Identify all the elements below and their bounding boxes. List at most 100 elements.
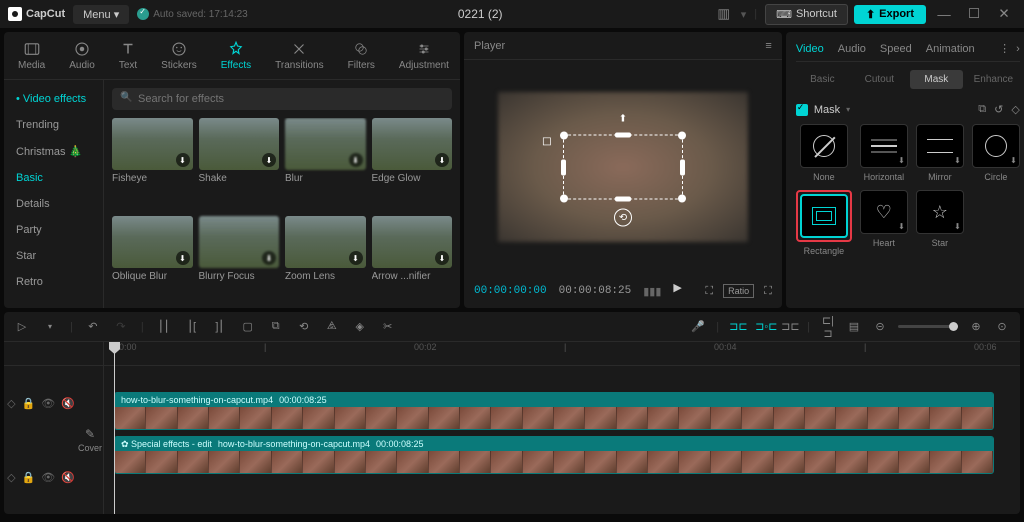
subtab-cutout[interactable]: Cutout: [853, 70, 906, 89]
sidebar-star[interactable]: Star: [4, 243, 103, 269]
mask-handle-bl[interactable]: [560, 195, 568, 203]
preview-icon[interactable]: ⊐⊏: [781, 320, 797, 333]
mask-handle-top[interactable]: [615, 133, 631, 138]
inspector-tab-video[interactable]: Video: [796, 43, 824, 55]
subtab-mask[interactable]: Mask: [910, 70, 963, 89]
link-icon[interactable]: ⊐◦⊏: [755, 320, 771, 333]
mask-horizontal[interactable]: ⬇ Horizontal: [860, 124, 908, 182]
effect-fisheye[interactable]: Fisheye: [112, 118, 193, 210]
mirror-tool[interactable]: ⧌: [324, 320, 340, 333]
mask-mirror[interactable]: ⬇ Mirror: [916, 124, 964, 182]
cursor-dropdown[interactable]: ▾: [42, 322, 58, 331]
sidebar-retro[interactable]: Retro: [4, 269, 103, 295]
split-right-tool[interactable]: ]⎮: [212, 320, 228, 333]
tab-filters[interactable]: Filters: [338, 36, 385, 75]
sidebar-details[interactable]: Details: [4, 191, 103, 217]
effect-oblique-blur[interactable]: Oblique Blur: [112, 216, 193, 308]
inspector-tab-animation[interactable]: Animation: [926, 43, 975, 55]
sidebar-trending[interactable]: Trending: [4, 112, 103, 138]
mask-up-handle[interactable]: ⬆: [619, 114, 627, 125]
mask-reset-icon[interactable]: ↺: [994, 103, 1003, 116]
subtab-basic[interactable]: Basic: [796, 70, 849, 89]
fullscreen-icon[interactable]: ⛶: [764, 285, 772, 298]
playhead[interactable]: [114, 342, 115, 514]
timeline-main[interactable]: 00:00 | 00:02 | 00:04 | 00:06 how-to-blu…: [104, 342, 1020, 514]
mask-handle-bottom[interactable]: [615, 197, 631, 202]
rotate-tool[interactable]: ◈: [352, 320, 368, 333]
delete-tool[interactable]: ▢: [240, 320, 256, 333]
split-left-tool[interactable]: ⎮[: [184, 320, 200, 333]
zoom-slider[interactable]: [898, 325, 958, 328]
mask-handle-right[interactable]: [680, 159, 685, 175]
mask-handle-left[interactable]: [561, 159, 566, 175]
sidebar-basic[interactable]: Basic: [4, 165, 103, 191]
effect-zoom-lens[interactable]: Zoom Lens: [285, 216, 366, 308]
mask-rotate-handle[interactable]: ⟲: [614, 209, 632, 227]
mask-rectangle-overlay[interactable]: ⟲ ⬆ ◻: [563, 135, 683, 200]
crop-tool[interactable]: ✂: [380, 320, 396, 333]
zoom-in-icon[interactable]: ⊕: [968, 320, 984, 333]
track-icon[interactable]: ▤: [846, 320, 862, 333]
play-button[interactable]: ▶: [673, 281, 693, 301]
copy-tool[interactable]: ⧉: [268, 320, 284, 333]
track-2-controls[interactable]: ◇🔒👁🔇: [4, 440, 78, 514]
timeline-clip-2[interactable]: ✿ Special effects - edithow-to-blur-some…: [114, 436, 994, 474]
player-menu-icon[interactable]: ≡: [765, 40, 771, 52]
effect-arrow-magnifier[interactable]: Arrow ...nifier: [372, 216, 453, 308]
close-button[interactable]: ✕: [992, 2, 1016, 26]
shortcut-button[interactable]: ⌨ Shortcut: [765, 4, 848, 25]
cover-button[interactable]: Cover: [78, 427, 102, 453]
mask-none[interactable]: None: [796, 124, 852, 182]
crop-icon[interactable]: ⛶: [705, 285, 713, 298]
mic-icon[interactable]: 🎤: [690, 320, 706, 333]
mask-handle-tr[interactable]: [678, 132, 686, 140]
sidebar-video-effects[interactable]: Video effects: [4, 86, 103, 112]
frames-icon[interactable]: ▮▮▮: [643, 285, 661, 298]
player-canvas[interactable]: ⟲ ⬆ ◻: [464, 60, 782, 274]
inspector-more-icon[interactable]: ⋮ ›: [999, 42, 1020, 55]
layout-icon[interactable]: ▥: [713, 3, 735, 25]
menu-button[interactable]: Menu ▾: [73, 5, 129, 24]
zoom-fit-icon[interactable]: ⊙: [994, 320, 1010, 333]
search-input[interactable]: [112, 88, 452, 110]
tab-text[interactable]: Text: [109, 36, 147, 75]
effect-blurry-focus[interactable]: Blurry Focus: [199, 216, 280, 308]
minimize-button[interactable]: —: [932, 2, 956, 26]
subtab-enhance[interactable]: Enhance: [967, 70, 1020, 89]
undo-button[interactable]: ↶: [85, 320, 101, 333]
mask-heart[interactable]: ♡⬇ Heart: [860, 190, 908, 256]
inspector-tab-speed[interactable]: Speed: [880, 43, 912, 55]
tab-effects[interactable]: Effects: [211, 36, 261, 75]
effect-shake[interactable]: Shake: [199, 118, 280, 210]
mask-handle-tl[interactable]: [560, 132, 568, 140]
ratio-button[interactable]: Ratio: [723, 284, 754, 298]
timeline-ruler[interactable]: 00:00 | 00:02 | 00:04 | 00:06: [104, 342, 1020, 366]
timeline-clip-1[interactable]: how-to-blur-something-on-capcut.mp400:00…: [114, 392, 994, 430]
mask-rectangle[interactable]: Rectangle: [796, 190, 852, 256]
mask-enable-checkbox[interactable]: [796, 104, 808, 116]
mask-star[interactable]: ☆⬇ Star: [916, 190, 964, 256]
tab-stickers[interactable]: Stickers: [151, 36, 207, 75]
tab-audio[interactable]: Audio: [59, 36, 105, 75]
effect-blur[interactable]: Blur: [285, 118, 366, 210]
sidebar-party[interactable]: Party: [4, 217, 103, 243]
effect-edge-glow[interactable]: Edge Glow: [372, 118, 453, 210]
redo-button[interactable]: ↷: [113, 320, 129, 333]
sidebar-christmas[interactable]: Christmas 🎄: [4, 138, 103, 165]
inspector-tab-audio[interactable]: Audio: [838, 43, 866, 55]
mask-handle-br[interactable]: [678, 195, 686, 203]
split-tool[interactable]: ⎮⎮: [156, 320, 172, 333]
cursor-tool[interactable]: ▷: [14, 320, 30, 333]
align-icon[interactable]: ⊏|⊐: [820, 314, 836, 340]
export-button[interactable]: ⬆ Export: [854, 5, 926, 24]
mask-copy-icon[interactable]: ⧉: [978, 103, 986, 116]
maximize-button[interactable]: ☐: [962, 2, 986, 26]
mask-circle[interactable]: ⬇ Circle: [972, 124, 1020, 182]
mask-draw-handle[interactable]: ◻: [542, 134, 552, 148]
tab-transitions[interactable]: Transitions: [265, 36, 334, 75]
zoom-out-icon[interactable]: ⊝: [872, 320, 888, 333]
track-1-controls[interactable]: ◇🔒👁🔇: [4, 366, 78, 440]
mask-keyframe-icon[interactable]: ◇: [1011, 103, 1019, 116]
magnet-icon[interactable]: ⊐⊏: [729, 320, 745, 333]
reverse-tool[interactable]: ⟲: [296, 320, 312, 333]
